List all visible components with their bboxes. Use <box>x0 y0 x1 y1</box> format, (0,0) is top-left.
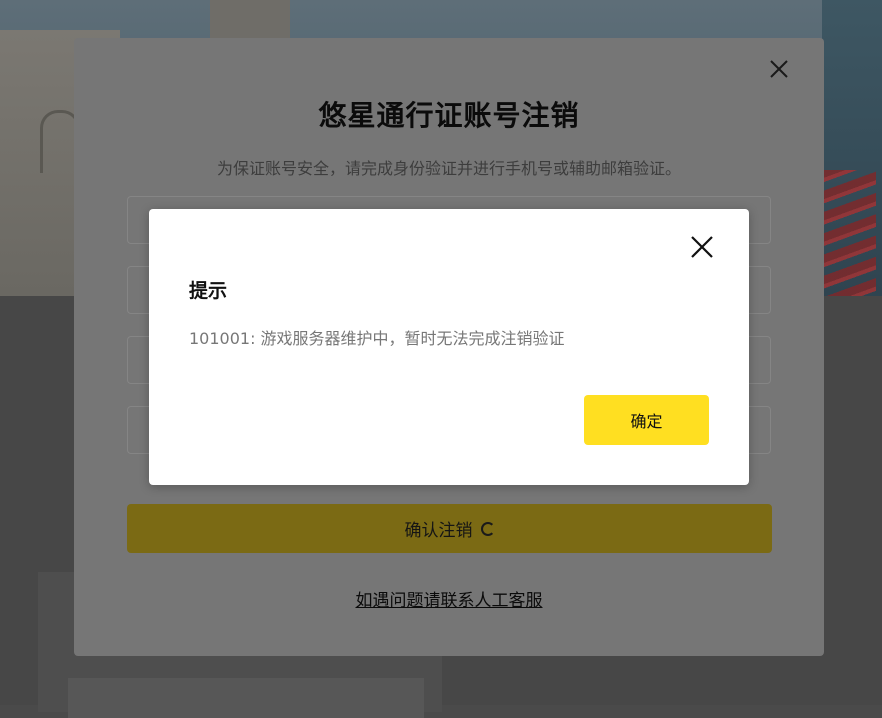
alert-dialog: 提示 101001: 游戏服务器维护中，暂时无法完成注销验证 确定 <box>149 209 749 485</box>
modal-subtitle: 为保证账号安全，请完成身份验证并进行手机号或辅助邮箱验证。 <box>216 159 681 178</box>
close-icon[interactable] <box>689 234 715 260</box>
close-icon[interactable] <box>766 56 792 82</box>
background-tower <box>210 0 290 40</box>
background-ride <box>822 170 876 296</box>
contact-support-link[interactable]: 如遇问题请联系人工客服 <box>74 586 824 611</box>
background-card-inner <box>68 678 424 718</box>
confirm-deletion-button[interactable]: 确认注销 <box>127 504 772 553</box>
dialog-message: 101001: 游戏服务器维护中，暂时无法完成注销验证 <box>189 329 565 348</box>
ok-button[interactable]: 确定 <box>584 395 709 445</box>
confirm-deletion-label: 确认注销 <box>404 521 473 541</box>
loading-spinner-icon <box>480 521 495 536</box>
modal-title: 悠星通行证账号注销 <box>318 99 580 132</box>
dialog-title: 提示 <box>189 280 228 302</box>
